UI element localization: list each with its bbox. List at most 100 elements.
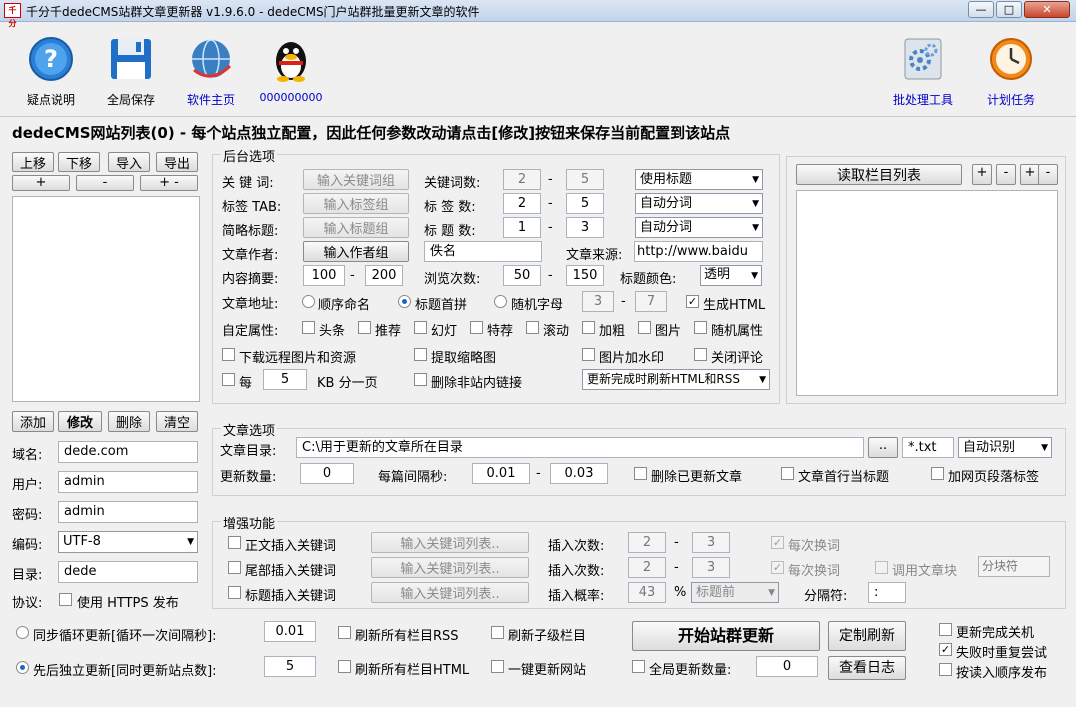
- tag-min-field[interactable]: 2: [503, 193, 541, 214]
- one-key-update-checkbox[interactable]: [491, 660, 504, 673]
- move-up-button[interactable]: 上移: [12, 152, 54, 172]
- attr-checkbox-special[interactable]: [470, 321, 483, 334]
- generate-html-checkbox[interactable]: ✓: [686, 295, 699, 308]
- directory-field[interactable]: dede: [58, 561, 198, 583]
- column-plus2-button[interactable]: +: [1020, 164, 1040, 185]
- insert-times-max-2[interactable]: 3: [692, 557, 730, 578]
- author-group-button[interactable]: 输入作者组: [303, 241, 409, 262]
- tag-group-button[interactable]: 输入标签组: [303, 193, 409, 214]
- interval-min-field[interactable]: 0.01: [472, 463, 530, 484]
- home-tool[interactable]: 软件主页: [178, 36, 244, 108]
- title-keyword-checkbox[interactable]: [228, 586, 241, 599]
- attr-checkbox-image[interactable]: [638, 321, 651, 334]
- view-log-button[interactable]: 查看日志: [828, 656, 906, 680]
- download-images-checkbox[interactable]: [222, 348, 235, 361]
- attr-checkbox-random[interactable]: [694, 321, 707, 334]
- short-title-button[interactable]: 输入标题组: [303, 217, 409, 238]
- close-button[interactable]: ✕: [1024, 1, 1070, 18]
- body-keyword-checkbox[interactable]: [228, 536, 241, 549]
- paginate-kb-field[interactable]: 5: [263, 369, 307, 390]
- global-count-checkbox[interactable]: [632, 660, 645, 673]
- swap-word-checkbox-2[interactable]: ✓: [771, 561, 784, 574]
- title-mode-select[interactable]: 自动分词: [635, 217, 763, 238]
- delete-button[interactable]: 删除: [108, 411, 150, 432]
- title-color-select[interactable]: 透明: [700, 265, 762, 286]
- add-button[interactable]: 添加: [12, 411, 54, 432]
- views-max-field[interactable]: 150: [566, 265, 604, 286]
- read-columns-button[interactable]: 读取栏目列表: [796, 164, 962, 185]
- https-checkbox[interactable]: [59, 593, 72, 606]
- keyword-max-field[interactable]: 5: [566, 169, 604, 190]
- minus-button[interactable]: -: [76, 175, 134, 191]
- tail-keyword-list-button[interactable]: 输入关键词列表..: [371, 557, 529, 578]
- url-sequential-radio[interactable]: [302, 295, 315, 308]
- separator-field[interactable]: :: [868, 582, 906, 603]
- help-tool[interactable]: ? 疑点说明: [20, 36, 82, 108]
- move-down-button[interactable]: 下移: [58, 152, 100, 172]
- maximize-button[interactable]: □: [996, 1, 1022, 18]
- remove-links-checkbox[interactable]: [414, 373, 427, 386]
- body-keyword-list-button[interactable]: 输入关键词列表..: [371, 532, 529, 553]
- refresh-html-checkbox[interactable]: [338, 660, 351, 673]
- plus-button[interactable]: +: [12, 175, 70, 191]
- random-min-field[interactable]: 3: [582, 291, 614, 312]
- refresh-rss-checkbox[interactable]: [338, 626, 351, 639]
- concurrent-sites-field[interactable]: 5: [264, 656, 316, 677]
- import-button[interactable]: 导入: [108, 152, 150, 172]
- sync-interval-field[interactable]: 0.01: [264, 621, 316, 642]
- attr-checkbox-recommend[interactable]: [358, 321, 371, 334]
- custom-refresh-button[interactable]: 定制刷新: [828, 621, 906, 651]
- save-tool[interactable]: 全局保存: [100, 36, 162, 108]
- source-field[interactable]: http://www.baidu: [634, 241, 763, 262]
- attr-checkbox-slide[interactable]: [414, 321, 427, 334]
- summary-min-field[interactable]: 100: [303, 265, 345, 286]
- paragraph-tag-checkbox[interactable]: [931, 467, 944, 480]
- random-max-field[interactable]: 7: [635, 291, 667, 312]
- tag-mode-select[interactable]: 自动分词: [635, 193, 763, 214]
- minimize-button[interactable]: —: [968, 1, 994, 18]
- column-minus2-button[interactable]: -: [1038, 164, 1058, 185]
- refresh-subcolumn-checkbox[interactable]: [491, 626, 504, 639]
- user-field[interactable]: admin: [58, 471, 198, 493]
- tag-max-field[interactable]: 5: [566, 193, 604, 214]
- global-count-field[interactable]: 0: [756, 656, 818, 677]
- first-line-title-checkbox[interactable]: [781, 467, 794, 480]
- keyword-group-button[interactable]: 输入关键词组: [303, 169, 409, 190]
- password-field[interactable]: admin: [58, 501, 198, 523]
- clear-button[interactable]: 清空: [156, 411, 198, 432]
- url-pinyin-radio[interactable]: [398, 295, 411, 308]
- author-field[interactable]: 佚名: [424, 241, 542, 262]
- retry-checkbox[interactable]: ✓: [939, 643, 952, 656]
- start-update-button[interactable]: 开始站群更新: [632, 621, 820, 651]
- attr-checkbox-headline[interactable]: [302, 321, 315, 334]
- batch-tool[interactable]: 批处理工具: [888, 36, 958, 108]
- insert-times-min-2[interactable]: 2: [628, 557, 666, 578]
- order-publish-checkbox[interactable]: [939, 663, 952, 676]
- sequential-radio[interactable]: [16, 661, 29, 674]
- title-max-field[interactable]: 3: [566, 217, 604, 238]
- close-comment-checkbox[interactable]: [694, 348, 707, 361]
- site-list[interactable]: [12, 196, 200, 402]
- file-encoding-select[interactable]: 自动识别: [958, 437, 1052, 458]
- insert-times-min-1[interactable]: 2: [628, 532, 666, 553]
- keyword-min-field[interactable]: 2: [503, 169, 541, 190]
- keyword-mode-select[interactable]: 使用标题: [635, 169, 763, 190]
- insert-times-max-1[interactable]: 3: [692, 532, 730, 553]
- schedule-tool[interactable]: 计划任务: [978, 36, 1044, 108]
- watermark-checkbox[interactable]: [582, 348, 595, 361]
- update-count-field[interactable]: 0: [300, 463, 354, 484]
- insert-position-select[interactable]: 标题前: [691, 582, 779, 603]
- tail-keyword-checkbox[interactable]: [228, 561, 241, 574]
- insert-prob-field[interactable]: 43: [628, 582, 666, 603]
- thumbnail-checkbox[interactable]: [414, 348, 427, 361]
- column-plus-button[interactable]: +: [972, 164, 992, 185]
- export-button[interactable]: 导出: [156, 152, 198, 172]
- article-dir-field[interactable]: C:\用于更新的文章所在目录: [296, 437, 864, 458]
- summary-max-field[interactable]: 200: [365, 265, 403, 286]
- domain-field[interactable]: dede.com: [58, 441, 198, 463]
- views-min-field[interactable]: 50: [503, 265, 541, 286]
- url-random-radio[interactable]: [494, 295, 507, 308]
- delete-updated-checkbox[interactable]: [634, 467, 647, 480]
- refresh-mode-select[interactable]: 更新完成时刷新HTML和RSS: [582, 369, 770, 390]
- encoding-select[interactable]: UTF-8: [58, 531, 198, 553]
